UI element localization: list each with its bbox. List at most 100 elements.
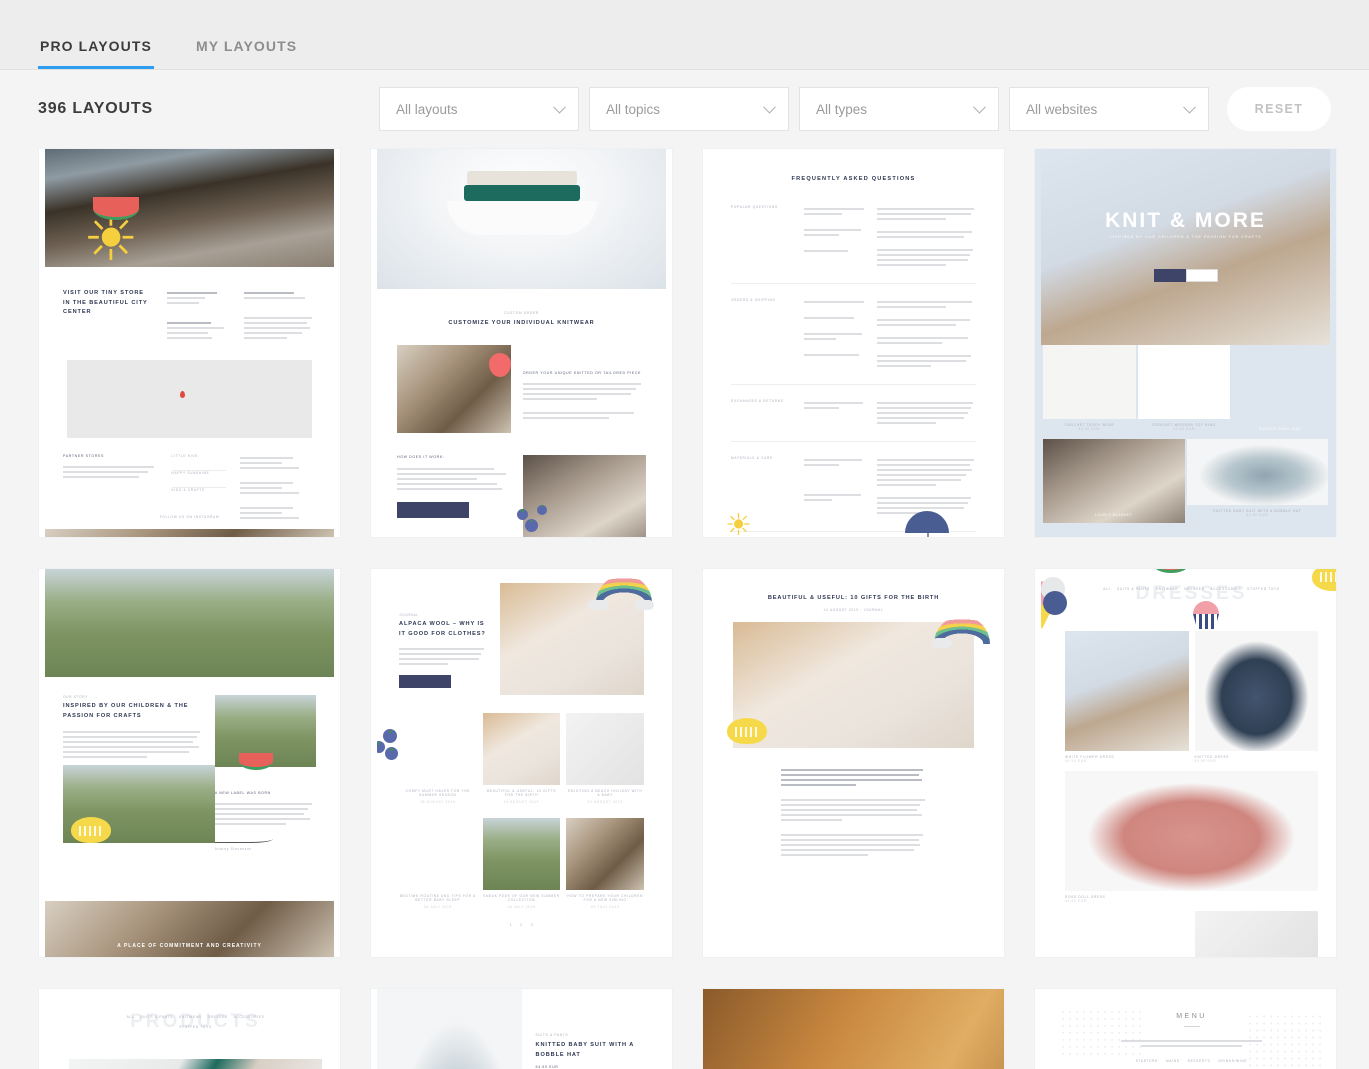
layout-card-customize-knitwear[interactable]: CUSTOM ORDER CUSTOMIZE YOUR INDIVIDUAL K…: [370, 148, 673, 538]
signature-name: Audrey Stevenson: [215, 847, 316, 851]
layout-card-faq[interactable]: FREQUENTLY ASKED QUESTIONS POPULAR QUEST…: [702, 148, 1005, 538]
watermelon-icon: [1153, 569, 1189, 573]
nav-item[interactable]: STUFFED TOYS: [179, 1025, 212, 1029]
post-date: 18 JULY 2019: [483, 905, 561, 909]
see-scale-table-button[interactable]: [397, 502, 469, 518]
our-shop-button[interactable]: [1186, 269, 1218, 282]
pagination-page[interactable]: 2: [520, 923, 522, 927]
nav-item[interactable]: STUFFED TOYS: [1247, 587, 1280, 591]
pagination-page[interactable]: 1: [510, 923, 512, 927]
filter-websites-select[interactable]: All websites: [1009, 87, 1209, 131]
post-date: 26 JULY 2019: [399, 905, 477, 909]
post-title: BEDTIME ROUTINE AND TIPS FOR A BETTER BA…: [399, 894, 477, 902]
layout-kicker: SUITS & PANTS: [536, 1033, 653, 1037]
nav-item[interactable]: ACCESSORIES: [234, 1015, 265, 1019]
layout-card-blog-overview[interactable]: JOURNAL ALPACA WOOL – WHY IS IT GOOD FOR…: [370, 568, 673, 958]
filter-types-select[interactable]: All types: [799, 87, 999, 131]
hero-title: KNIT & MORE: [1041, 209, 1330, 233]
content-image: [783, 872, 924, 957]
lemon-icon: [727, 718, 767, 744]
main-tab-bar: PRO LAYOUTS MY LAYOUTS: [0, 0, 1369, 70]
layout-card-about-us[interactable]: OUR STORY INSPIRED BY OUR CHILDREN & THE…: [38, 568, 341, 958]
blueberry-icon: [537, 505, 547, 515]
layout-card-menu[interactable]: MENU STARTERS MAINS DESSERTS DRINKS/WINE…: [1034, 988, 1337, 1069]
blueberry-icon: [525, 519, 538, 532]
layout-card-dresses[interactable]: DRESSES ALL SUITS & PANTS KNITWEAR DRESS…: [1034, 568, 1337, 958]
post-date: 10 AUGUST 2019: [483, 800, 561, 804]
rainbow-icon: [596, 575, 652, 603]
blueberry-icon: [385, 747, 398, 760]
layout-card-knit-and-more[interactable]: KNIT & MORE INSPIRED BY OUR CHILDREN & T…: [1034, 148, 1337, 538]
thumbnail-hero-image: [703, 989, 1004, 1069]
nav-item[interactable]: ALL: [127, 1015, 135, 1019]
layout-headline: INSPIRED BY OUR CHILDREN & THE PASSION F…: [63, 702, 203, 721]
layout-kicker: CUSTOM ORDER: [377, 311, 666, 315]
nav-item[interactable]: DRESSES: [1184, 587, 1204, 591]
chevron-down-icon: [1183, 101, 1196, 114]
products-button[interactable]: [1154, 269, 1186, 282]
filter-group: All layouts All topics All types All web…: [379, 87, 1331, 131]
thumbnail-hero-image: KNIT & MORE INSPIRED BY OUR CHILDREN & T…: [1041, 149, 1330, 345]
layout-card-blog-post[interactable]: BEAUTIFUL & USEFUL: 10 GIFTS FOR THE BIR…: [702, 568, 1005, 958]
chevron-down-icon: [553, 101, 566, 114]
filter-layouts-select[interactable]: All layouts: [379, 87, 579, 131]
filter-topics-value: All topics: [606, 102, 660, 117]
pagination-page[interactable]: 3: [531, 923, 533, 927]
nav-item[interactable]: STARTERS: [1136, 1059, 1158, 1063]
map-pin-icon: [180, 391, 185, 398]
thumbnail-hero-image: [45, 149, 334, 267]
thumbnail-hero-image: [377, 149, 666, 289]
nav-item[interactable]: ACCESSORIES: [1210, 587, 1241, 591]
post-title: HOW TO PREPARE YOUR CHILDREN FOR A NEW S…: [566, 894, 644, 902]
filter-topics-select[interactable]: All topics: [589, 87, 789, 131]
nav-item[interactable]: SUITS & PANTS: [1117, 587, 1150, 591]
post-date: 09 JULY 2019: [566, 905, 644, 909]
tab-my-layouts-label: MY LAYOUTS: [196, 38, 297, 54]
layout-card-product-detail[interactable]: SUITS & PANTS KNITTED BABY SUIT WITH A B…: [370, 988, 673, 1069]
featured-post-title: ALPACA WOOL – WHY IS IT GOOD FOR CLOTHES…: [399, 620, 488, 639]
layout-card-restaurant-hero[interactable]: [702, 988, 1005, 1069]
nav-item[interactable]: KNITWEAR: [179, 1015, 201, 1019]
strawberry-icon: [489, 353, 511, 377]
post-title: SNEAK PEEK OF OUR NEW SUMMER COLLECTION: [483, 894, 561, 902]
nav-item[interactable]: ALL: [1103, 587, 1111, 591]
nav-item[interactable]: DRINKS/WINE: [1218, 1059, 1247, 1063]
post-date: 02 AUGUST 2019: [566, 800, 644, 804]
layout-kicker: JOURNAL: [399, 613, 488, 617]
read-more-button[interactable]: [399, 675, 451, 688]
tab-my-layouts[interactable]: MY LAYOUTS: [194, 38, 299, 69]
layout-card-products[interactable]: PRODUCTS ALL SUITS & PANTS KNITWEAR DRES…: [38, 988, 341, 1069]
product-price: 44.90 EUR: [1065, 899, 1318, 903]
content-image: [69, 1059, 322, 1069]
layout-card-store-contact[interactable]: ☀ VISIT OUR TINY STORE IN THE BEAUTIFUL …: [38, 148, 341, 538]
tab-pro-layouts-label: PRO LAYOUTS: [40, 38, 152, 54]
product-image: [377, 989, 522, 1069]
thumbnail-hero-image: [45, 569, 334, 677]
nav-item[interactable]: KNITWEAR: [1156, 587, 1178, 591]
footer-strip: [45, 529, 334, 537]
faq-section-title: ORDERS & SHIPPING: [731, 298, 794, 302]
footer-image: A PLACE OF COMMITMENT AND CREATIVITY: [45, 901, 334, 957]
filter-layouts-value: All layouts: [396, 102, 458, 117]
nav-item[interactable]: DRESSES: [208, 1015, 228, 1019]
map-image: [67, 360, 312, 438]
post-title: COMFY MUST HAVES FOR THE SUMMER SEASON: [399, 789, 477, 797]
blueberry-icon: [377, 741, 385, 753]
layout-headline: FREQUENTLY ASKED QUESTIONS: [731, 175, 976, 185]
layout-grid: ☀ VISIT OUR TINY STORE IN THE BEAUTIFUL …: [0, 148, 1369, 1068]
cupcake-icon: [1193, 614, 1219, 629]
product-price: 59.90 EUR: [1195, 759, 1319, 763]
hero-subtitle: INSPIRED BY OUR CHILDREN & THE PASSION F…: [1041, 235, 1330, 239]
filter-websites-value: All websites: [1026, 102, 1097, 117]
cloud-icon: [932, 638, 952, 648]
layout-headline: VISIT OUR TINY STORE IN THE BEAUTIFUL CI…: [63, 289, 153, 318]
cloud-icon: [588, 600, 608, 610]
nav-item[interactable]: MAINS: [1166, 1059, 1180, 1063]
product-name: LOVELY BLANKET: [1043, 513, 1185, 517]
post-title: ENJOYING A BEACH HOLIDAY WITH A BABY: [566, 789, 644, 797]
tab-pro-layouts[interactable]: PRO LAYOUTS: [38, 38, 154, 69]
partner-name: KIDS & CRAFTS: [172, 488, 226, 492]
nav-item[interactable]: DESSERTS: [1188, 1059, 1211, 1063]
nav-item[interactable]: SUITS & PANTS: [140, 1015, 173, 1019]
reset-button[interactable]: RESET: [1227, 87, 1331, 131]
